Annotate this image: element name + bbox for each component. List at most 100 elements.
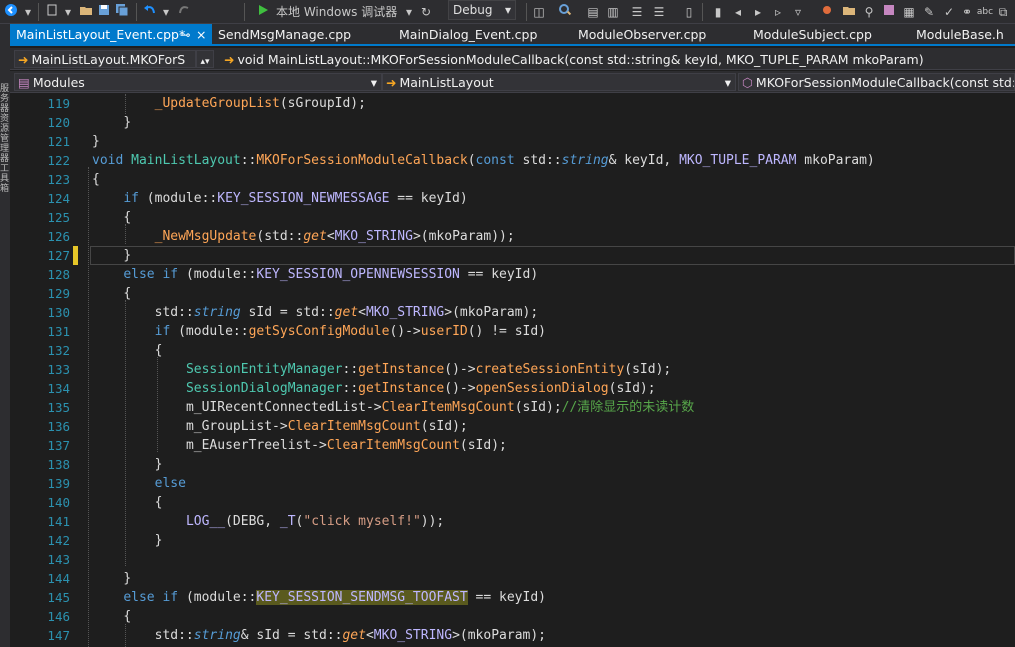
code-line[interactable]: 138} bbox=[10, 455, 1015, 474]
code-token: (sId); bbox=[420, 419, 468, 434]
line-number: 146 bbox=[47, 609, 70, 624]
code-line[interactable]: 145 else if (module::KEY_SESSION_SENDMSG_… bbox=[10, 588, 1015, 607]
redo-icon[interactable] bbox=[176, 3, 192, 21]
bookmark-folder-icon[interactable]: ▹ bbox=[772, 3, 784, 21]
code-line[interactable]: 122 void MainListLayout::MKOForSessionMod… bbox=[10, 151, 1015, 170]
close-icon[interactable]: × bbox=[196, 24, 206, 46]
code-line[interactable]: 137 m_EAuserTreelist->ClearItemMsgCount(s… bbox=[10, 436, 1015, 455]
document-icon[interactable]: ▥ bbox=[606, 3, 620, 21]
code-line[interactable]: 139 else bbox=[10, 474, 1015, 493]
code-line[interactable]: 125 { bbox=[10, 208, 1015, 227]
forward-icon[interactable]: ▾ bbox=[22, 3, 34, 21]
code-line[interactable]: 121} bbox=[10, 132, 1015, 151]
code-editor[interactable]: 119 _UpdateGroupList(sGroupId); 120} 121} 12… bbox=[10, 94, 1015, 647]
code-token: userID bbox=[420, 324, 468, 339]
spell-icon[interactable]: ✓ bbox=[942, 3, 956, 21]
pin-icon[interactable]: ⊸ bbox=[180, 24, 190, 46]
tab-sendmsgmanage[interactable]: SendMsgManage.cpp bbox=[218, 24, 351, 44]
configuration-select[interactable]: Debug ▾ bbox=[448, 0, 516, 20]
class-dropdown-toggle[interactable]: ▴▾ bbox=[196, 50, 214, 68]
code-line[interactable]: 135 m_UIRecentConnectedList->ClearItemMsg… bbox=[10, 398, 1015, 417]
code-line[interactable]: 133 SessionEntityManager::getInstance()->… bbox=[10, 360, 1015, 379]
tab-maindialog-event[interactable]: MainDialog_Event.cpp bbox=[399, 24, 537, 44]
debugger-label[interactable]: 本地 Windows 调试器 bbox=[276, 3, 406, 21]
code-line[interactable]: 129 { bbox=[10, 284, 1015, 303]
code-line[interactable]: 119 _UpdateGroupList(sGroupId); bbox=[10, 94, 1015, 113]
code-line[interactable]: 142} bbox=[10, 531, 1015, 550]
code-line[interactable]: 136 m_GroupList->ClearItemMsgCount(sId); bbox=[10, 417, 1015, 436]
code-token: m_EAuserTreelist-> bbox=[185, 438, 327, 453]
tab-modulesubject[interactable]: ModuleSubject.cpp bbox=[753, 24, 872, 44]
code-text: { bbox=[123, 284, 131, 303]
code-line[interactable]: 127} bbox=[10, 246, 1015, 265]
code-line[interactable]: 141 LOG__(DEBG, _T("click myself!")); bbox=[10, 512, 1015, 531]
tab-mainlistlayout-event[interactable]: MainListLayout_Event.cpp* ⊸ × bbox=[10, 24, 212, 44]
code-text: } bbox=[123, 246, 131, 265]
back-icon[interactable] bbox=[2, 3, 20, 21]
chevron-updown-icon: ▴▾ bbox=[200, 57, 210, 67]
code-line[interactable]: 144} bbox=[10, 569, 1015, 588]
bookmark-icon[interactable]: ▯ bbox=[682, 3, 696, 21]
bookmark-prev-icon[interactable]: ◂ bbox=[732, 3, 744, 21]
overflow-icon[interactable]: ⧉ bbox=[996, 3, 1010, 21]
bookmark-clear-icon[interactable]: ▿ bbox=[792, 3, 804, 21]
project-dropdown[interactable]: ▤ Modules ▾ bbox=[14, 73, 382, 91]
scope-dropdown[interactable]: ➜ MainListLayout ▾ bbox=[382, 73, 736, 91]
code-line[interactable]: 120} bbox=[10, 113, 1015, 132]
tools-icon[interactable]: ✎ bbox=[922, 3, 936, 21]
code-line[interactable]: 134 SessionDialogManager::getInstance()->… bbox=[10, 379, 1015, 398]
tab-moduleobserver[interactable]: ModuleObserver.cpp bbox=[578, 24, 706, 44]
find-icon[interactable] bbox=[558, 3, 572, 21]
code-token: } bbox=[154, 457, 163, 472]
code-token: mkoParam) bbox=[796, 153, 875, 168]
code-line[interactable]: 140 { bbox=[10, 493, 1015, 512]
undo-icon[interactable] bbox=[142, 3, 158, 21]
folder-icon[interactable] bbox=[842, 3, 856, 21]
bookmark-next-icon[interactable]: ▸ bbox=[752, 3, 764, 21]
uncomment-icon[interactable]: ☰ bbox=[652, 3, 666, 21]
code-line[interactable]: 132 { bbox=[10, 341, 1015, 360]
code-token: :: bbox=[342, 381, 359, 396]
link-icon[interactable]: ⚭ bbox=[960, 3, 974, 21]
new-item-icon[interactable] bbox=[44, 3, 60, 21]
dropdown-icon[interactable]: ▾ bbox=[62, 3, 74, 21]
breakpoint-icon[interactable]: ◫ bbox=[532, 3, 546, 21]
start-debug-icon[interactable] bbox=[256, 3, 270, 21]
refresh-icon[interactable]: ↻ bbox=[418, 3, 434, 21]
code-line[interactable]: 146 { bbox=[10, 607, 1015, 626]
save-icon[interactable] bbox=[96, 3, 112, 21]
bookmark-toggle-icon[interactable]: ▮ bbox=[712, 3, 724, 21]
format-icon[interactable]: ▤ bbox=[586, 3, 600, 21]
debugger-dropdown-icon[interactable]: ▾ bbox=[404, 3, 414, 21]
code-token: == keyId) bbox=[389, 191, 468, 206]
side-tool-label[interactable]: 服务器资源管理器 工具箱 bbox=[0, 84, 10, 194]
undo-dropdown-icon[interactable]: ▾ bbox=[160, 3, 172, 21]
save-all-icon[interactable] bbox=[114, 3, 130, 21]
code-line[interactable]: 123 { bbox=[10, 170, 1015, 189]
abc-icon[interactable]: abc bbox=[976, 3, 994, 21]
tab-label: MainListLayout_Event.cpp* bbox=[16, 27, 186, 42]
code-line[interactable]: 131 if (module::getSysConfigModule()->use… bbox=[10, 322, 1015, 341]
code-line[interactable]: 126 _NewMsgUpdate(std::get<MKO_STRING>(mk… bbox=[10, 227, 1015, 246]
chevron-down-icon: ▾ bbox=[504, 3, 511, 17]
code-line[interactable]: 124 if (module::KEY_SESSION_NEWMESSAGE ==… bbox=[10, 189, 1015, 208]
comment-icon[interactable]: ☰ bbox=[630, 3, 644, 21]
function-dropdown[interactable]: ⬡ MKOForSessionModuleCallback(const std::… bbox=[738, 73, 1015, 91]
code-token: { bbox=[154, 343, 163, 358]
settings-icon[interactable] bbox=[820, 3, 834, 21]
code-text: { bbox=[155, 341, 163, 360]
code-token: KEY_SESSION_NEWMESSAGE bbox=[217, 191, 390, 206]
code-line[interactable]: 143 bbox=[10, 550, 1015, 569]
outline-icon[interactable]: ▦ bbox=[902, 3, 916, 21]
document-tabs: MainListLayout_Event.cpp* ⊸ × SendMsgMan… bbox=[10, 24, 1015, 46]
code-line[interactable]: 130 std::string sId = std::get<MKO_STRING… bbox=[10, 303, 1015, 322]
tab-modulebase[interactable]: ModuleBase.h bbox=[916, 24, 1004, 44]
function-dropdown-value: MKOForSessionModuleCallback(const std::s bbox=[755, 75, 1015, 90]
code-line[interactable]: 147 std::string& sId = std::get<MKO_STRIN… bbox=[10, 626, 1015, 645]
class-view-icon[interactable] bbox=[882, 3, 896, 21]
open-file-icon[interactable] bbox=[78, 3, 94, 21]
class-dropdown[interactable]: ➜ MainListLayout.MKOForS bbox=[14, 50, 196, 68]
member-dropdown[interactable]: ➜ void MainListLayout::MKOForSessionModul… bbox=[220, 50, 1015, 68]
code-line[interactable]: 128 else if (module::KEY_SESSION_OPENNEWS… bbox=[10, 265, 1015, 284]
search-icon[interactable]: ⚲ bbox=[862, 3, 876, 21]
